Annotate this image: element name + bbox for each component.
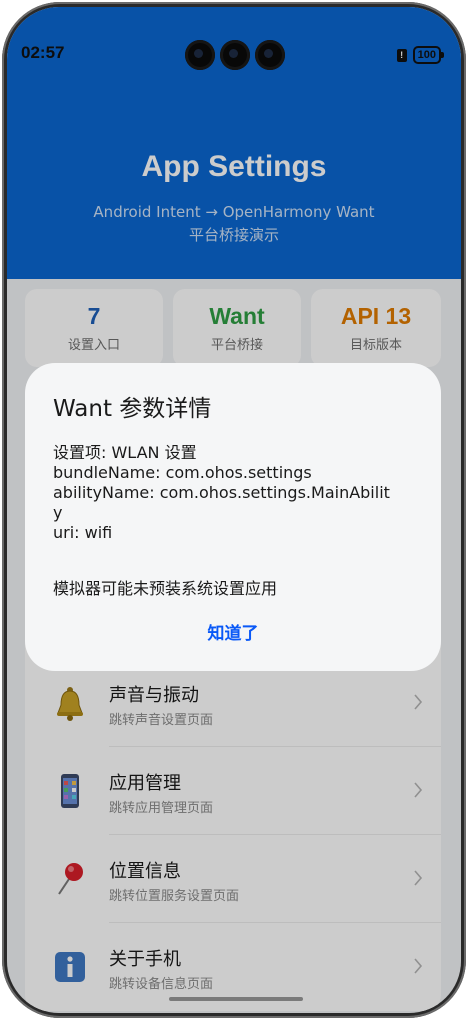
confirm-button[interactable]: 知道了 <box>25 619 441 644</box>
dialog-line: uri: wifi <box>53 523 113 542</box>
dialog-title: Want 参数详情 <box>53 396 212 422</box>
dialog-line: y <box>53 503 63 522</box>
dialog-line: bundleName: com.ohos.settings <box>53 463 312 482</box>
dialog-note: 模拟器可能未预装系统设置应用 <box>53 579 278 598</box>
want-details-dialog: Want 参数详情 设置项: WLAN 设置 bundleName: com.o… <box>25 363 441 671</box>
dialog-line: 设置项: WLAN 设置 <box>53 443 197 462</box>
phone-frame: 02:57 ! 100 App Settings Android Intent … <box>2 2 466 1018</box>
screen: 02:57 ! 100 App Settings Android Intent … <box>7 7 461 1013</box>
dialog-line: abilityName: com.ohos.settings.MainAbili… <box>53 483 390 502</box>
home-indicator[interactable] <box>169 997 303 1001</box>
dialog-body: 设置项: WLAN 设置 bundleName: com.ohos.settin… <box>53 443 413 543</box>
